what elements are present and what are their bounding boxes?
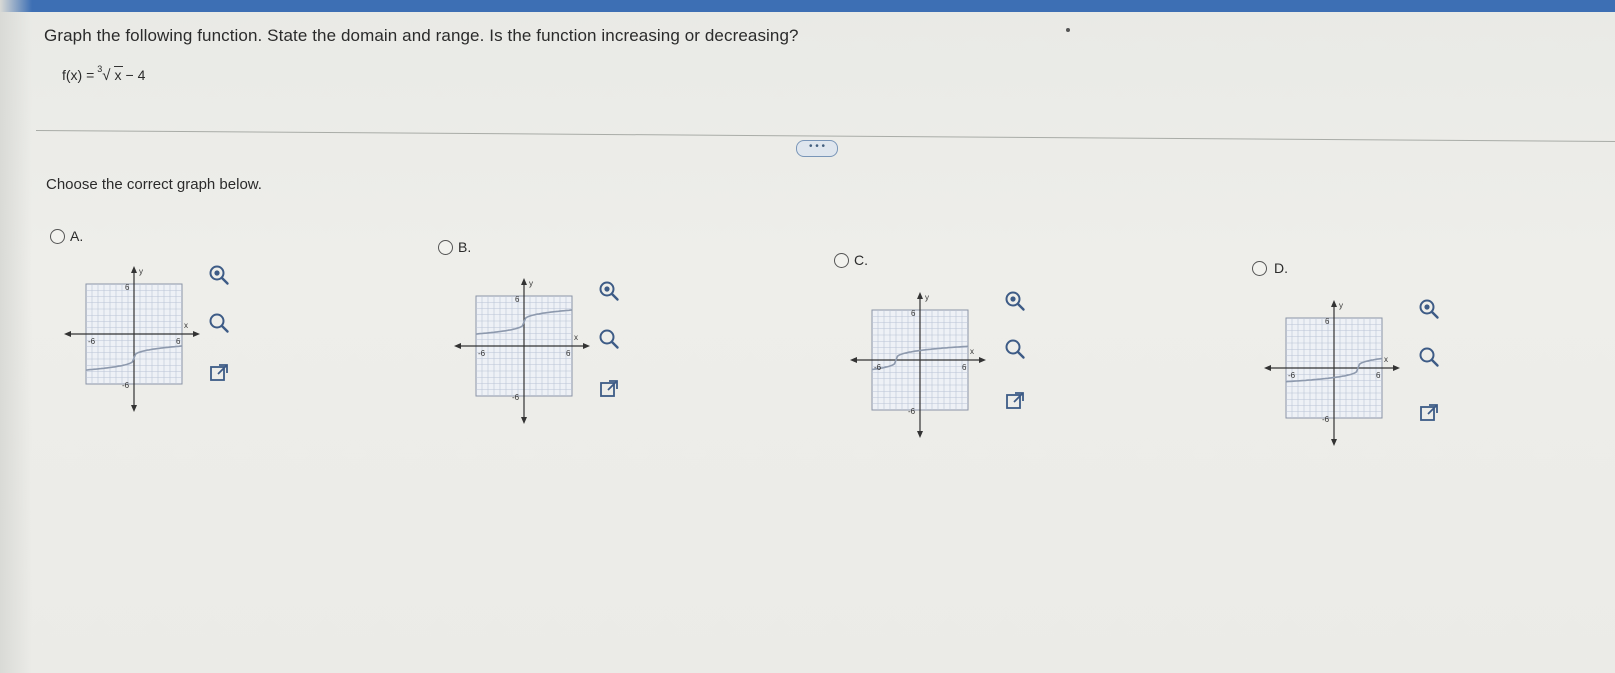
top-header-bar — [0, 0, 1615, 12]
option-graph-d[interactable]: y x 6 -6 -6 6 — [1262, 290, 1402, 455]
y-tick-label-top: 6 — [125, 283, 130, 292]
x-axis-label: x — [970, 347, 974, 356]
y-axis-arrow-down — [917, 431, 923, 438]
y-axis-arrow-down — [521, 417, 527, 424]
graph-thumbnail[interactable]: yx6-6-6 6 — [452, 268, 592, 428]
question-prompt: Graph the following function. State the … — [44, 26, 799, 45]
zoom-out-icon[interactable] — [1004, 338, 1026, 360]
y-axis-label: y — [529, 279, 533, 288]
y-axis-label: y — [139, 267, 143, 276]
y-tick-label-bottom: -6 — [908, 407, 916, 416]
x-tick-label-right: 6 — [176, 337, 181, 346]
y-axis-label: y — [1339, 301, 1343, 310]
y-axis-arrow-up — [1331, 300, 1337, 307]
x-tick-label-left: -6 — [88, 337, 96, 346]
option-graph-a[interactable]: y x 6 -6 -6 6 — [62, 256, 202, 421]
y-tick-label-top: 6 — [1325, 317, 1330, 326]
left-edge-shade — [0, 0, 32, 673]
y-axis-arrow-down — [131, 405, 137, 412]
option-radio-d[interactable] — [1252, 261, 1267, 276]
x-tick-label-left: -6 — [478, 349, 486, 358]
y-tick-label-bottom: -6 — [1322, 415, 1330, 424]
x-tick-label-left: -6 — [1288, 371, 1296, 380]
option-label-c[interactable]: C. — [854, 252, 868, 268]
zoom-out-icon[interactable] — [598, 328, 620, 350]
x-axis-label: x — [184, 321, 188, 330]
formula-rhs: − 4 — [125, 67, 146, 83]
x-tick-label-right: 6 — [566, 349, 571, 358]
cursor-dot — [1066, 28, 1070, 32]
zoom-out-icon[interactable] — [1418, 346, 1440, 368]
formula-lhs: f(x) = — [62, 67, 95, 83]
option-radio-b[interactable] — [438, 240, 453, 255]
formula-root-index: 3 — [97, 64, 103, 74]
formula-radicand: x — [113, 66, 123, 83]
x-axis-label: x — [1384, 355, 1388, 364]
radical-sign: √ — [102, 67, 111, 84]
y-axis-label: y — [925, 293, 929, 302]
option-label-b[interactable]: B. — [458, 239, 471, 255]
x-tick-label-right: 6 — [1376, 371, 1381, 380]
y-tick-label-top: 6 — [911, 309, 916, 318]
expand-more-button[interactable]: • • • — [796, 140, 838, 157]
x-axis-arrow-right — [979, 357, 986, 363]
zoom-in-icon[interactable] — [598, 280, 620, 302]
option-graph-c[interactable]: y x 6 -6 -6 6 — [848, 282, 988, 447]
option-radio-c[interactable] — [834, 253, 849, 268]
popout-icon[interactable] — [1418, 402, 1440, 424]
y-axis-arrow-down — [1331, 439, 1337, 446]
popout-icon[interactable] — [598, 378, 620, 400]
x-tick-label-left: -6 — [874, 363, 882, 372]
zoom-in-icon[interactable] — [1004, 290, 1026, 312]
x-axis-label: x — [574, 333, 578, 342]
function-formula: f(x) = 3 √ x − 4 — [62, 64, 146, 84]
x-axis-arrow-right — [1393, 365, 1400, 371]
zoom-in-icon[interactable] — [208, 264, 230, 286]
option-label-d[interactable]: D. — [1274, 260, 1288, 276]
x-axis-arrow-left — [64, 331, 71, 337]
option-radio-a[interactable] — [50, 229, 65, 244]
x-axis-arrow-left — [850, 357, 857, 363]
graph-thumbnail[interactable]: yx6-6-6 6 — [62, 256, 202, 416]
graph-thumbnail[interactable]: yx6-6-6 6 — [1262, 290, 1402, 450]
x-tick-label-right: 6 — [962, 363, 967, 372]
x-axis-arrow-left — [454, 343, 461, 349]
instruction-text: Choose the correct graph below. — [46, 176, 262, 193]
option-graph-b[interactable]: y x 6 -6 -6 6 — [452, 268, 592, 433]
graph-thumbnail[interactable]: yx6-6-6 6 — [848, 282, 988, 442]
zoom-in-icon[interactable] — [1418, 298, 1440, 320]
y-tick-label-bottom: -6 — [512, 393, 520, 402]
popout-icon[interactable] — [208, 362, 230, 384]
x-axis-arrow-left — [1264, 365, 1271, 371]
option-label-a[interactable]: A. — [70, 228, 83, 244]
y-tick-label-top: 6 — [515, 295, 520, 304]
y-axis-arrow-up — [521, 278, 527, 285]
y-axis-arrow-up — [131, 266, 137, 273]
y-axis-arrow-up — [917, 292, 923, 299]
y-tick-label-bottom: -6 — [122, 381, 130, 390]
x-axis-arrow-right — [193, 331, 200, 337]
popout-icon[interactable] — [1004, 390, 1026, 412]
x-axis-arrow-right — [583, 343, 590, 349]
zoom-out-icon[interactable] — [208, 312, 230, 334]
